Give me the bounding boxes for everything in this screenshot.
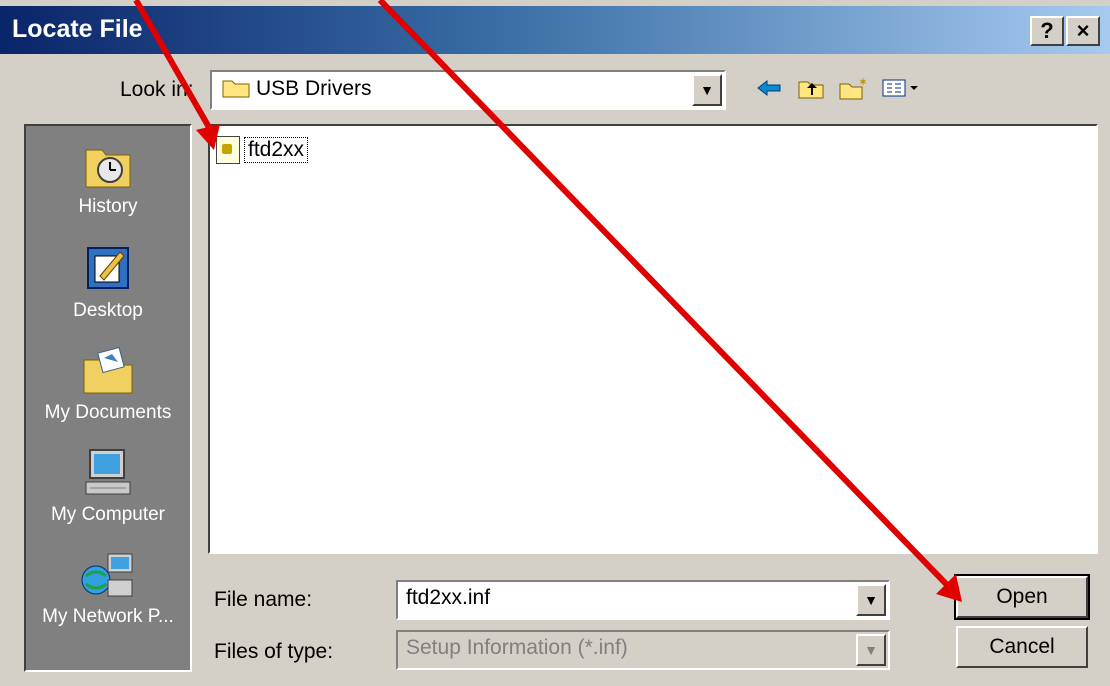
my-computer-icon (85, 449, 131, 495)
file-name-value: ftd2xx.inf (406, 586, 491, 609)
window-title: Locate File (12, 15, 143, 43)
title-bar[interactable]: Locate File ? × (0, 6, 1110, 54)
file-item-label: ftd2xx (244, 137, 309, 163)
places-item-desktop[interactable]: Desktop (26, 244, 190, 322)
file-type-dropdown-button[interactable]: ▼ (856, 634, 886, 666)
look-in-value: USB Drivers (222, 76, 372, 101)
file-list[interactable]: ftd2xx (208, 124, 1098, 554)
view-menu-icon[interactable] (878, 76, 924, 108)
file-type-select[interactable]: Setup Information (*.inf) ▼ (396, 630, 890, 670)
close-button[interactable]: × (1066, 16, 1100, 46)
setup-info-file-icon (216, 136, 240, 164)
my-documents-icon (83, 346, 133, 394)
look-in-dropdown-button[interactable]: ▼ (692, 74, 722, 106)
look-in-combo[interactable]: USB Drivers ▼ (210, 70, 726, 110)
my-network-places-icon (81, 553, 133, 597)
file-name-input[interactable]: ftd2xx.inf ▼ (396, 580, 890, 620)
places-bar: History Desktop My Documents My Computer… (24, 124, 192, 672)
up-folder-icon[interactable] (794, 76, 828, 108)
svg-text:✶: ✶ (858, 76, 868, 89)
history-icon (85, 149, 131, 188)
list-item[interactable]: ftd2xx (216, 136, 309, 164)
look-in-label: Look in: (120, 78, 194, 101)
file-name-dropdown-button[interactable]: ▼ (856, 584, 886, 616)
back-arrow-icon[interactable] (752, 76, 786, 108)
open-button[interactable]: Open (954, 574, 1090, 620)
folder-icon (222, 80, 250, 98)
file-type-label: Files of type: (214, 640, 334, 663)
file-type-value: Setup Information (*.inf) (406, 636, 628, 659)
file-name-label: File name: (214, 588, 313, 611)
places-item-my-computer[interactable]: My Computer (26, 448, 190, 526)
cancel-button[interactable]: Cancel (956, 626, 1088, 668)
places-item-my-documents[interactable]: My Documents (26, 346, 190, 424)
places-item-history[interactable]: History (26, 140, 190, 218)
places-item-my-network-places[interactable]: My Network P... (26, 550, 190, 628)
locate-file-dialog: Locate File ? × Look in: USB Drivers ▼ ✶… (0, 0, 1110, 686)
help-button[interactable]: ? (1030, 16, 1064, 46)
desktop-icon (87, 247, 129, 289)
new-folder-icon[interactable]: ✶ (836, 75, 870, 108)
